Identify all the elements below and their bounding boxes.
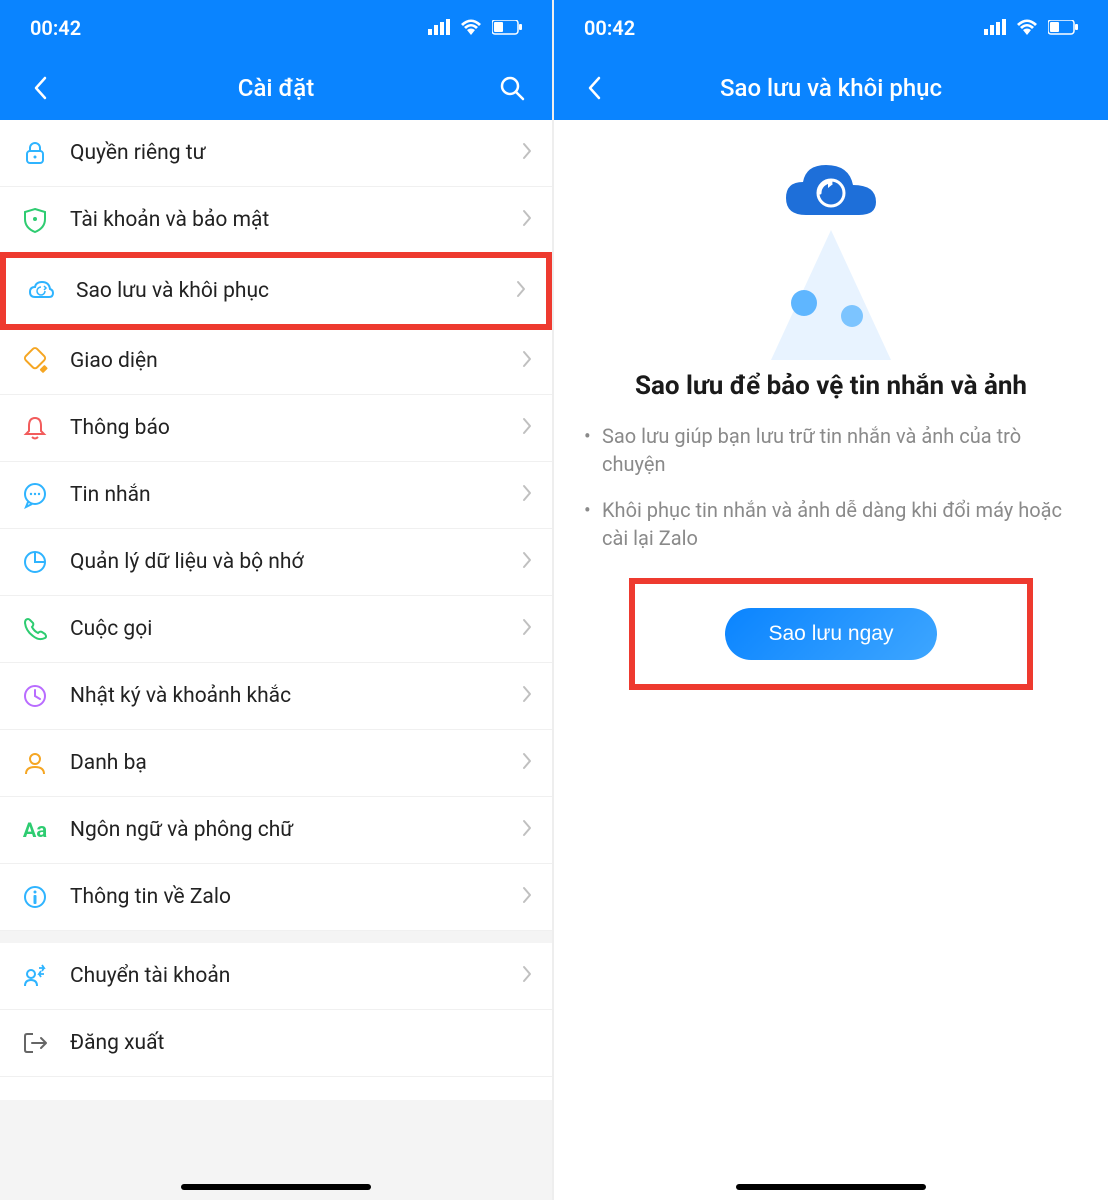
pie-icon <box>20 547 50 577</box>
backup-content: Sao lưu để bảo vệ tin nhắn và ảnh Sao lư… <box>554 120 1108 1200</box>
bell-icon <box>20 413 50 443</box>
cloud-icon <box>781 160 881 234</box>
settings-item-clock[interactable]: Nhật ký và khoảnh khắc <box>0 663 552 730</box>
chevron-right-icon <box>516 280 526 302</box>
chevron-right-icon <box>522 209 532 231</box>
status-icons <box>428 16 522 40</box>
switch-icon <box>20 961 50 991</box>
item-label: Thông tin về Zalo <box>70 885 522 909</box>
settings-item-chat[interactable]: Tin nhắn <box>0 462 552 529</box>
cloud-icon <box>26 276 56 306</box>
status-bar: 00:42 <box>0 0 552 56</box>
chevron-right-icon <box>522 685 532 707</box>
item-label: Cuộc gọi <box>70 617 522 641</box>
item-label: Danh bạ <box>70 751 522 775</box>
settings-item-shield[interactable]: Tài khoản và bảo mật <box>0 187 552 254</box>
chat-icon <box>20 480 50 510</box>
chevron-right-icon <box>522 618 532 640</box>
logout-icon <box>20 1028 50 1058</box>
chevron-right-icon <box>522 819 532 841</box>
backup-now-button[interactable]: Sao lưu ngay <box>725 608 938 660</box>
settings-item-call[interactable]: Cuộc gọi <box>0 596 552 663</box>
settings-item-cloud[interactable]: Sao lưu và khôi phục <box>0 252 552 330</box>
signal-icon <box>984 16 1006 40</box>
item-label: Ngôn ngữ và phông chữ <box>70 818 522 842</box>
status-bar: 00:42 <box>554 0 1108 56</box>
contact-icon <box>20 748 50 778</box>
chevron-right-icon <box>522 350 532 372</box>
call-icon <box>20 614 50 644</box>
backup-bullet-1: Sao lưu giúp bạn lưu trữ tin nhắn và ảnh… <box>554 422 1108 478</box>
nav-bar: Cài đặt <box>0 56 552 120</box>
settings-item-brush[interactable]: Giao diện <box>0 328 552 395</box>
item-label: Nhật ký và khoảnh khắc <box>70 684 522 708</box>
settings-screen: 00:42 Cài đặt Quyền riêng tư Tài khoản và… <box>0 0 554 1200</box>
status-time: 00:42 <box>584 16 635 40</box>
item-label: Tài khoản và bảo mật <box>70 208 522 232</box>
section-gap <box>0 931 552 943</box>
signal-icon <box>428 16 450 40</box>
chevron-right-icon <box>522 142 532 164</box>
battery-icon <box>1048 16 1078 40</box>
item-label: Giao diện <box>70 349 522 373</box>
backup-screen: 00:42 Sao lưu và khôi phục <box>554 0 1108 1200</box>
chevron-right-icon <box>522 551 532 573</box>
cta-highlight: Sao lưu ngay <box>629 578 1034 690</box>
chevron-right-icon <box>522 965 532 987</box>
lock-icon <box>20 138 50 168</box>
item-label: Quyền riêng tư <box>70 141 522 165</box>
settings-item-switch[interactable]: Chuyển tài khoản <box>0 943 552 1010</box>
page-title: Cài đặt <box>0 74 552 102</box>
wifi-icon <box>460 16 482 40</box>
battery-icon <box>492 16 522 40</box>
item-label: Thông báo <box>70 416 522 440</box>
item-label: Sao lưu và khôi phục <box>76 279 516 303</box>
page-title: Sao lưu và khôi phục <box>554 74 1108 102</box>
backup-heading: Sao lưu để bảo vệ tin nhắn và ảnh <box>635 370 1027 404</box>
chevron-right-icon <box>522 752 532 774</box>
backup-bullet-2: Khôi phục tin nhắn và ảnh dễ dàng khi đổ… <box>554 496 1108 552</box>
settings-item-bell[interactable]: Thông báo <box>0 395 552 462</box>
item-label: Chuyển tài khoản <box>70 964 522 988</box>
status-time: 00:42 <box>30 16 81 40</box>
nav-bar: Sao lưu và khôi phục <box>554 56 1108 120</box>
settings-item-contact[interactable]: Danh bạ <box>0 730 552 797</box>
shield-icon <box>20 205 50 235</box>
settings-item-aa[interactable]: Aa Ngôn ngữ và phông chữ <box>0 797 552 864</box>
item-label: Quản lý dữ liệu và bộ nhớ <box>70 550 522 574</box>
info-icon <box>20 882 50 912</box>
wifi-icon <box>1016 16 1038 40</box>
item-label: Đăng xuất <box>70 1031 532 1055</box>
brush-icon <box>20 346 50 376</box>
aa-icon: Aa <box>20 815 50 845</box>
backup-illustration <box>721 150 941 350</box>
home-indicator[interactable] <box>736 1184 926 1190</box>
settings-item-pie[interactable]: Quản lý dữ liệu và bộ nhớ <box>0 529 552 596</box>
chevron-right-icon <box>522 417 532 439</box>
clock-icon <box>20 681 50 711</box>
back-button[interactable] <box>20 68 60 108</box>
chevron-right-icon <box>522 886 532 908</box>
settings-item-info[interactable]: Thông tin về Zalo <box>0 864 552 931</box>
settings-list: Quyền riêng tư Tài khoản và bảo mật Sao lư… <box>0 120 552 1100</box>
settings-item-lock[interactable]: Quyền riêng tư <box>0 120 552 187</box>
home-indicator[interactable] <box>181 1184 371 1190</box>
item-label: Tin nhắn <box>70 483 522 507</box>
chevron-right-icon <box>522 484 532 506</box>
search-button[interactable] <box>492 68 532 108</box>
back-button[interactable] <box>574 68 614 108</box>
status-icons <box>984 16 1078 40</box>
settings-item-logout[interactable]: Đăng xuất <box>0 1010 552 1077</box>
